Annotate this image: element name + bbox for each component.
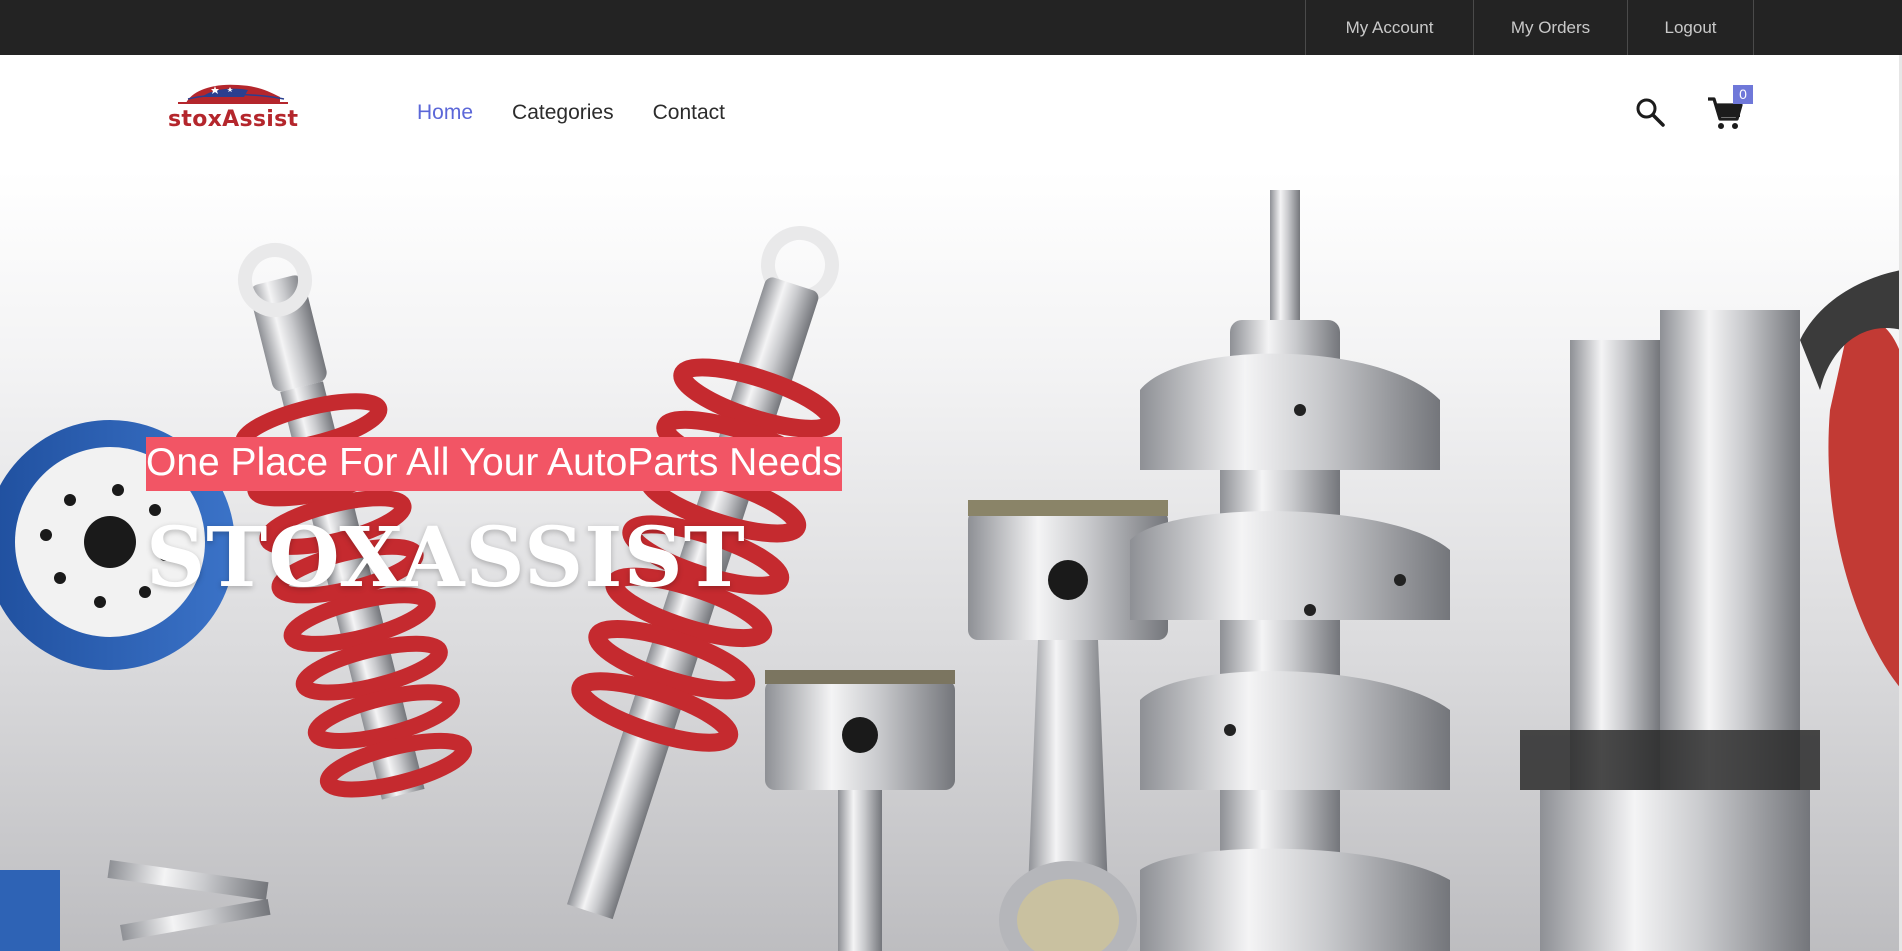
logout-link[interactable]: Logout [1627,0,1754,55]
account-links: My Account My Orders Logout [1305,0,1754,55]
hero-title: STOXASSIST [146,510,746,606]
hero-tagline: One Place For All Your AutoParts Needs [146,437,842,491]
cart-count-badge: 0 [1733,85,1753,104]
hero-banner: One Place For All Your AutoParts Needs S… [0,170,1902,951]
site-header: stoxAssist Home Categories Contact 0 [0,55,1902,170]
my-orders-link[interactable]: My Orders [1473,0,1627,55]
nav-item-categories[interactable]: Categories [512,101,614,125]
nav-item-contact[interactable]: Contact [653,101,725,125]
site-logo[interactable]: stoxAssist [168,77,298,137]
my-account-link[interactable]: My Account [1305,0,1473,55]
car-logo-icon [178,84,288,104]
nav-item-home[interactable]: Home [417,101,473,125]
main-nav: Home Categories Contact [417,101,764,125]
logo-text: stoxAssist [168,107,299,132]
top-bar: My Account My Orders Logout [0,0,1902,55]
search-icon[interactable] [1634,96,1666,128]
